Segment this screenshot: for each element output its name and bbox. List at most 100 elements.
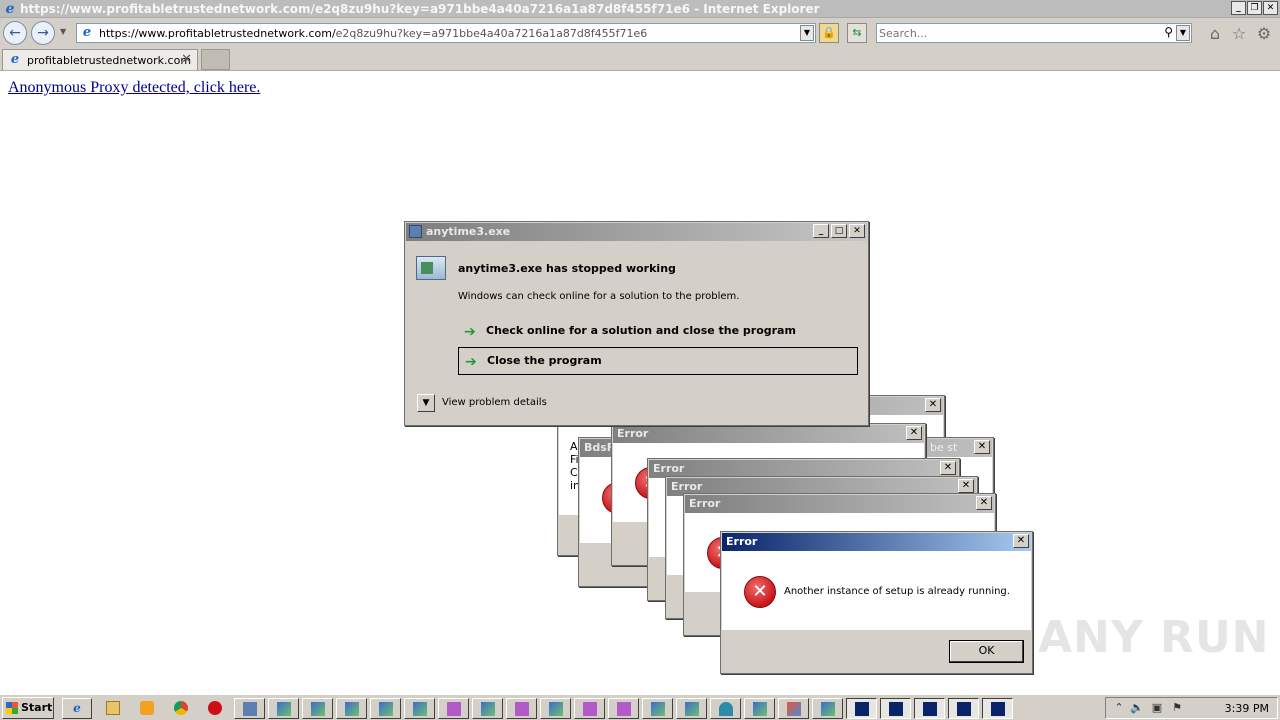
- taskbar-task-button[interactable]: [370, 698, 401, 719]
- taskbar-explorer-icon[interactable]: [98, 698, 128, 719]
- check-online-label: Check online for a solution and close th…: [486, 324, 796, 337]
- volume-icon[interactable]: 🔈: [1130, 701, 1144, 715]
- background-dialog-5-close-button[interactable]: ✕: [958, 479, 974, 493]
- start-button[interactable]: Start: [2, 697, 54, 719]
- taskbar-task-button[interactable]: [404, 698, 435, 719]
- ie-tabbar: e profitabletrustednetwork.com ✕: [0, 48, 1280, 71]
- address-path: e2q8zu9hu?key=a971bbe4a40a7216a1a87d8f45…: [335, 27, 648, 40]
- taskbar-task-button[interactable]: [540, 698, 571, 719]
- taskbar-ie-icon[interactable]: e: [62, 698, 92, 719]
- check-online-option[interactable]: ➔ Check online for a solution and close …: [458, 318, 858, 346]
- tab-close-icon[interactable]: ✕: [181, 52, 192, 67]
- stopped-working-description: Windows can check online for a solution …: [458, 291, 740, 302]
- taskbar-task-button[interactable]: [880, 698, 911, 719]
- background-dialog-3-close-button[interactable]: ✕: [906, 426, 922, 440]
- ok-button[interactable]: OK: [949, 640, 1024, 663]
- program-icon: [416, 256, 446, 280]
- taskbar-task-button[interactable]: [948, 698, 979, 719]
- start-label: Start: [21, 701, 53, 714]
- stopped-working-maximize-button[interactable]: □: [831, 224, 847, 238]
- new-tab-button[interactable]: [201, 49, 230, 70]
- action-center-flag-icon[interactable]: ⚑: [1170, 701, 1184, 715]
- fragment-text: A: [570, 440, 578, 453]
- forward-button[interactable]: →: [31, 21, 55, 45]
- clock[interactable]: 3:39 PM: [1225, 702, 1269, 715]
- app-window-icon: [409, 225, 422, 238]
- close-program-option[interactable]: ➔ Close the program: [458, 347, 858, 375]
- background-dialog-6-close-button[interactable]: ✕: [976, 496, 992, 510]
- error-dialog: Error ✕ ✕ Another instance of setup is a…: [720, 531, 1033, 674]
- error-message: Another instance of setup is already run…: [784, 586, 1010, 597]
- taskbar-task-button[interactable]: [778, 698, 809, 719]
- background-dialog-4-title: Error: [653, 462, 685, 475]
- tab-label: profitabletrustednetwork.com: [27, 54, 192, 67]
- back-arrow-icon: ←: [9, 25, 21, 41]
- taskbar-chrome-icon[interactable]: [166, 698, 196, 719]
- lock-icon[interactable]: 🔒: [819, 23, 839, 43]
- search-dropdown-button[interactable]: ▼: [1176, 25, 1190, 41]
- taskbar-task-button[interactable]: [438, 698, 469, 719]
- search-box[interactable]: ⚲ ▼: [876, 23, 1192, 43]
- back-button[interactable]: ←: [3, 21, 27, 45]
- taskbar-task-button[interactable]: [234, 698, 265, 719]
- search-icon[interactable]: ⚲: [1164, 25, 1173, 39]
- anyrun-watermark: ANY RUN: [1038, 612, 1270, 663]
- anonymous-proxy-link[interactable]: Anonymous Proxy detected, click here.: [8, 79, 260, 97]
- stopped-working-minimize-button[interactable]: _: [813, 224, 829, 238]
- taskbar-task-button[interactable]: [268, 698, 299, 719]
- favorites-star-icon[interactable]: ☆: [1229, 24, 1249, 44]
- background-dialog-2-close-button[interactable]: ✕: [974, 440, 990, 454]
- address-url[interactable]: https://www.profitabletrustednetwork.com…: [99, 27, 647, 40]
- taskbar-task-button[interactable]: [982, 698, 1013, 719]
- stopped-working-close-button[interactable]: ✕: [849, 224, 865, 238]
- tab-favicon-icon: e: [10, 52, 20, 67]
- window-controls: _ ❐ ✕: [1231, 1, 1278, 15]
- error-icon: ✕: [744, 576, 776, 608]
- taskbar-task-button[interactable]: [642, 698, 673, 719]
- ie-logo-icon: e: [5, 1, 15, 17]
- minimize-button[interactable]: _: [1231, 1, 1246, 15]
- taskbar-task-button[interactable]: [608, 698, 639, 719]
- taskbar-task-button[interactable]: [710, 698, 741, 719]
- taskbar-media-player-icon[interactable]: [132, 698, 162, 719]
- gear-icon[interactable]: ⚙: [1254, 24, 1274, 44]
- stopped-working-dialog: anytime3.exe _ □ ✕ anytime3.exe has stop…: [404, 221, 869, 426]
- taskbar-task-button[interactable]: [812, 698, 843, 719]
- stopped-working-heading: anytime3.exe has stopped working: [458, 262, 676, 275]
- home-icon[interactable]: ⌂: [1205, 24, 1225, 44]
- address-dropdown-button[interactable]: ▼: [800, 25, 814, 41]
- ie-navbar: ← → ▼ e https://www.profitabletrustednet…: [0, 18, 1280, 48]
- taskbar-task-button[interactable]: [846, 698, 877, 719]
- chevron-down-icon: ▼: [422, 398, 430, 408]
- taskbar-task-button[interactable]: [744, 698, 775, 719]
- history-dropdown-icon[interactable]: ▼: [60, 27, 66, 36]
- taskbar-task-button[interactable]: [472, 698, 503, 719]
- background-dialog-2-title: BdsF: [584, 441, 615, 454]
- taskbar-task-button[interactable]: [676, 698, 707, 719]
- address-domain: https://www.profitabletrustednetwork.com…: [99, 27, 336, 40]
- close-button[interactable]: ✕: [1263, 1, 1278, 15]
- restore-button[interactable]: ❐: [1247, 1, 1262, 15]
- error-dialog-close-button[interactable]: ✕: [1013, 534, 1029, 548]
- show-hidden-icons-icon[interactable]: ⌃: [1112, 701, 1126, 715]
- background-dialog-6-title: Error: [689, 497, 721, 510]
- taskbar-task-button[interactable]: [336, 698, 367, 719]
- taskbar-task-button[interactable]: [506, 698, 537, 719]
- search-input[interactable]: [879, 25, 1149, 41]
- background-dialog-5-title: Error: [671, 480, 703, 493]
- fragment-text: C: [570, 466, 578, 479]
- view-details-button[interactable]: ▼: [417, 394, 435, 412]
- view-details-label[interactable]: View problem details: [442, 397, 547, 408]
- background-dialog-4-close-button[interactable]: ✕: [940, 461, 956, 475]
- taskbar-task-button[interactable]: [574, 698, 605, 719]
- address-bar[interactable]: e https://www.profitabletrustednetwork.c…: [76, 23, 816, 43]
- background-dialog-1-close-button[interactable]: ✕: [925, 398, 941, 412]
- taskbar-task-button[interactable]: [302, 698, 333, 719]
- background-dialog-6-titlebar: Error: [685, 495, 994, 513]
- taskbar-task-button[interactable]: [914, 698, 945, 719]
- refresh-button[interactable]: ⇆: [847, 23, 867, 43]
- network-icon[interactable]: ▣: [1150, 701, 1164, 715]
- green-arrow-icon: ➔: [465, 354, 477, 370]
- tab-profitabletrustednetwork[interactable]: e profitabletrustednetwork.com ✕: [2, 49, 198, 70]
- taskbar-opera-icon[interactable]: [200, 698, 230, 719]
